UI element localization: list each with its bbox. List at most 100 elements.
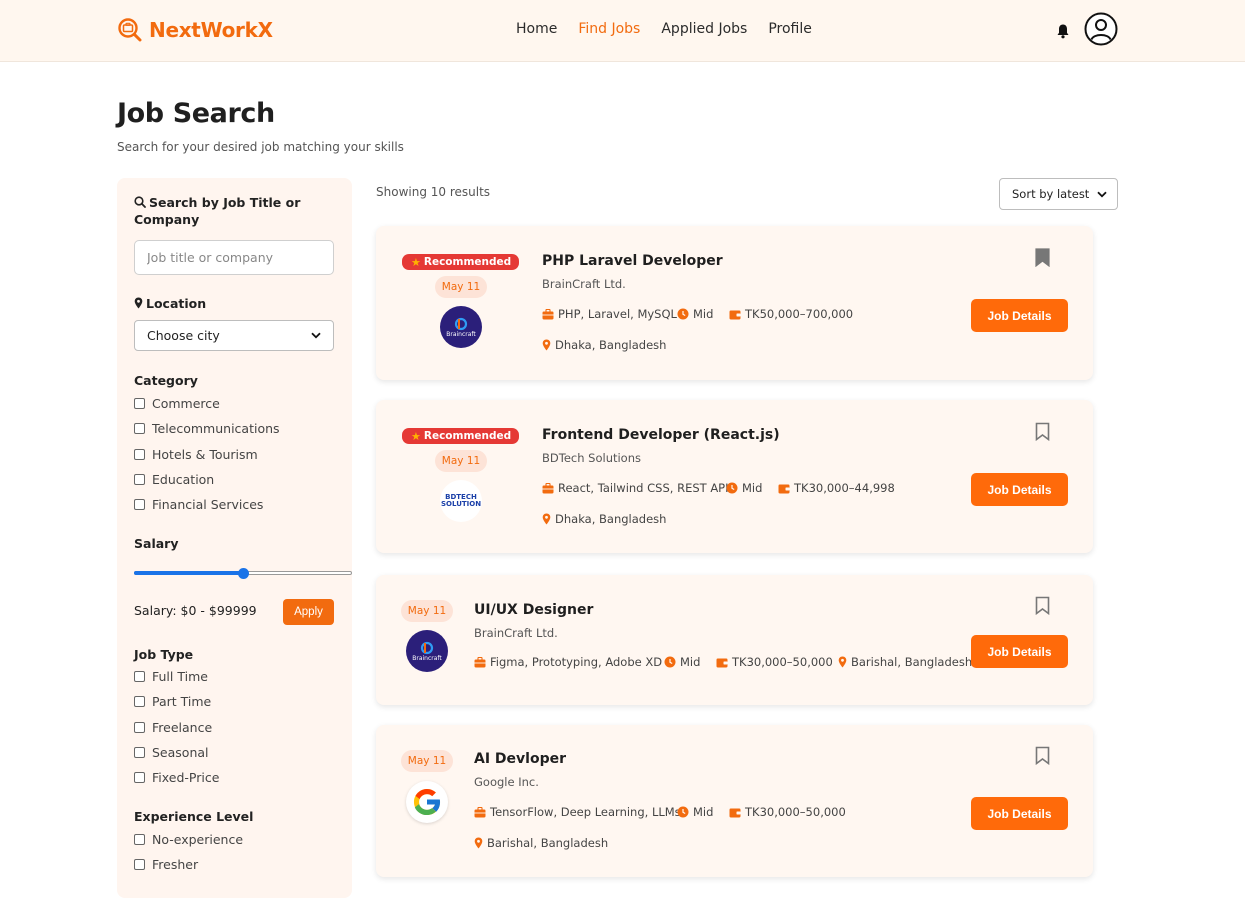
checkbox[interactable]	[134, 499, 145, 511]
category-option[interactable]: Hotels & Tourism	[134, 442, 280, 467]
experience-option[interactable]: No-experience	[134, 827, 243, 852]
search-icon	[134, 196, 146, 208]
job-location: Dhaka, Bangladesh	[542, 512, 666, 526]
top-navbar: NextWorkX Home Find Jobs Applied Jobs Pr…	[0, 0, 1245, 62]
job-details-button[interactable]: Job Details	[971, 635, 1068, 668]
category-option[interactable]: Financial Services	[134, 492, 280, 517]
location-label: Location	[134, 295, 206, 312]
nav-home[interactable]: Home	[516, 21, 557, 37]
job-location: Barishal, Bangladesh	[474, 836, 608, 850]
map-pin-icon	[134, 297, 143, 309]
checkbox[interactable]	[134, 859, 145, 871]
user-avatar-icon[interactable]	[1084, 12, 1118, 46]
search-input[interactable]	[134, 240, 334, 275]
checkbox[interactable]	[134, 721, 145, 733]
checkbox[interactable]	[134, 474, 145, 486]
date-badge: May 11	[435, 276, 487, 298]
job-card: May 11 AI Devloper Google Inc. TensorFlo…	[376, 725, 1093, 877]
recommended-badge: ★ Recommended	[402, 428, 520, 444]
braincraft-logo-icon	[420, 641, 434, 654]
company-name: BrainCraft Ltd.	[474, 626, 558, 640]
job-salary: TK50,000–700,000	[729, 307, 853, 321]
job-salary: TK30,000–44,998	[778, 481, 895, 495]
brand-name: NextWorkX	[149, 17, 273, 42]
checkbox[interactable]	[134, 448, 145, 460]
braincraft-logo-icon	[454, 317, 468, 330]
notification-bell-icon[interactable]	[1056, 23, 1070, 39]
nav-profile[interactable]: Profile	[768, 21, 812, 37]
job-card: ★ Recommended May 11 BDTECH SOLUTION Fron…	[376, 400, 1093, 553]
checkbox[interactable]	[134, 671, 145, 683]
salary-slider[interactable]	[134, 568, 352, 579]
job-location: Dhaka, Bangladesh	[542, 338, 666, 352]
category-list: Commerce Telecommunications Hotels & Tou…	[134, 391, 280, 517]
filter-sidebar: Search by Job Title or Company Location …	[117, 178, 352, 898]
wallet-icon	[778, 484, 790, 493]
briefcase-icon	[474, 806, 486, 817]
city-select-value: Choose city	[147, 328, 220, 343]
job-type-option[interactable]: Fixed-Price	[134, 765, 219, 790]
checkbox[interactable]	[134, 423, 145, 435]
company-logo: BDTECH SOLUTION	[440, 480, 482, 522]
nav-applied-jobs[interactable]: Applied Jobs	[661, 21, 747, 37]
checkbox[interactable]	[134, 747, 145, 759]
job-type-option[interactable]: Part Time	[134, 689, 219, 714]
nav-find-jobs[interactable]: Find Jobs	[578, 21, 640, 37]
apply-salary-button[interactable]: Apply	[283, 599, 334, 625]
brand[interactable]: NextWorkX	[117, 17, 273, 42]
job-level: Mid	[726, 481, 762, 495]
job-details-button[interactable]: Job Details	[971, 473, 1068, 506]
sort-select[interactable]: Sort by latest	[999, 178, 1118, 210]
salary-slider-fill	[134, 571, 243, 575]
job-title[interactable]: UI/UX Designer	[474, 602, 593, 618]
category-option[interactable]: Telecommunications	[134, 416, 280, 441]
experience-list: No-experience Fresher	[134, 827, 243, 878]
briefcase-icon	[542, 482, 554, 493]
clock-icon	[677, 806, 689, 818]
job-salary: TK30,000–50,000	[729, 805, 846, 819]
job-level: Mid	[664, 655, 700, 669]
category-option[interactable]: Education	[134, 467, 280, 492]
job-location: Barishal, Bangladesh	[838, 655, 972, 669]
map-pin-icon	[474, 837, 483, 849]
job-salary: TK30,000–50,000	[716, 655, 833, 669]
job-details-button[interactable]: Job Details	[971, 299, 1068, 332]
checkbox[interactable]	[134, 834, 145, 846]
map-pin-icon	[838, 656, 847, 668]
google-logo-icon	[413, 788, 441, 816]
date-badge: May 11	[435, 450, 487, 472]
star-icon: ★	[411, 255, 421, 269]
salary-range-text: Salary: $0 - $99999	[134, 603, 257, 618]
date-badge: May 11	[401, 600, 453, 622]
job-type-option[interactable]: Seasonal	[134, 740, 219, 765]
job-skills: Figma, Prototyping, Adobe XD	[474, 655, 662, 669]
chevron-down-icon	[311, 332, 321, 339]
map-pin-icon	[542, 339, 551, 351]
checkbox[interactable]	[134, 398, 145, 410]
bookmark-filled-icon[interactable]	[1035, 248, 1050, 267]
date-badge: May 11	[401, 750, 453, 772]
company-logo: Braincraft	[440, 306, 482, 348]
job-type-option[interactable]: Full Time	[134, 664, 219, 689]
job-title[interactable]: AI Devloper	[474, 751, 566, 767]
page-title: Job Search	[117, 98, 275, 129]
city-select[interactable]: Choose city	[134, 320, 334, 351]
clock-icon	[664, 656, 676, 668]
experience-option[interactable]: Fresher	[134, 852, 243, 877]
bookmark-icon[interactable]	[1035, 596, 1050, 615]
bookmark-icon[interactable]	[1035, 746, 1050, 765]
job-type-option[interactable]: Freelance	[134, 715, 219, 740]
job-title[interactable]: Frontend Developer (React.js)	[542, 427, 780, 443]
job-details-button[interactable]: Job Details	[971, 797, 1068, 830]
salary-slider-thumb[interactable]	[237, 568, 249, 579]
main-nav: Home Find Jobs Applied Jobs Profile	[516, 21, 833, 37]
category-option[interactable]: Commerce	[134, 391, 280, 416]
checkbox[interactable]	[134, 772, 145, 784]
job-type-list: Full Time Part Time Freelance Seasonal F…	[134, 664, 219, 790]
job-title[interactable]: PHP Laravel Developer	[542, 253, 723, 269]
star-icon: ★	[411, 429, 421, 443]
wallet-icon	[729, 310, 741, 319]
bookmark-icon[interactable]	[1035, 422, 1050, 441]
checkbox[interactable]	[134, 696, 145, 708]
search-label: Search by Job Title or Company	[134, 195, 301, 227]
